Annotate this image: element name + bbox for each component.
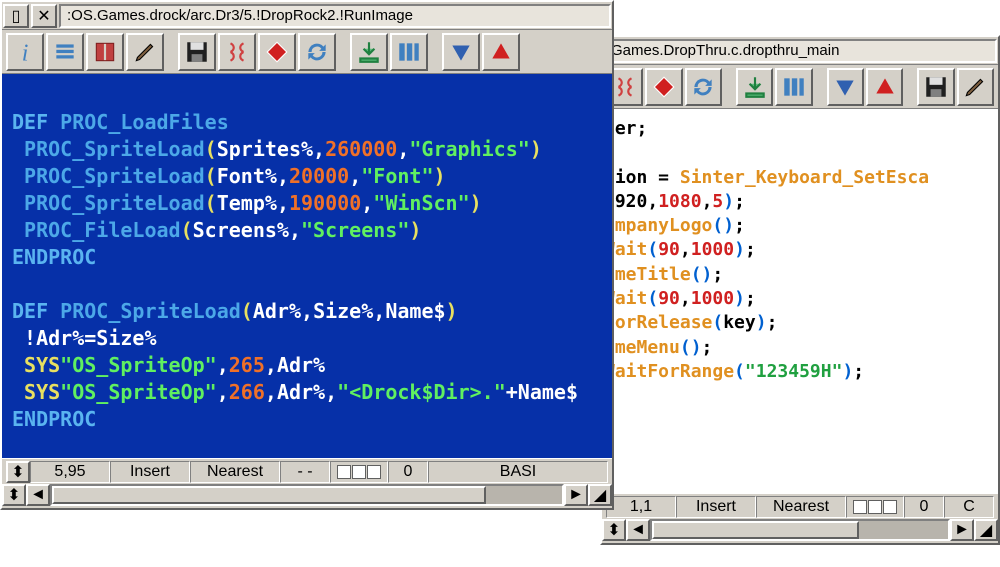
- cursor-position: 1,1: [606, 496, 676, 518]
- pencil-icon[interactable]: [957, 68, 994, 106]
- titlebar[interactable]: Games.DropThru.c.dropthru_main: [602, 37, 998, 65]
- scroll-right-icon[interactable]: ►: [950, 519, 974, 541]
- triangle-down-icon[interactable]: [442, 33, 480, 71]
- code-line: [12, 271, 602, 298]
- toolbar: i: [2, 30, 612, 74]
- code-line: PROC_SpriteLoad(Font%,20000,"Font"): [12, 163, 602, 190]
- code-line: !Adr%=Size%: [12, 325, 602, 352]
- scroll-left-icon[interactable]: ◄: [626, 519, 650, 541]
- status-count: 0: [388, 461, 428, 483]
- scroll-track[interactable]: [650, 519, 950, 541]
- code-editor[interactable]: ter; tion = Sinter_Keyboard_SetEsca1920,…: [602, 109, 998, 493]
- code-line: ENDPROC: [12, 406, 602, 433]
- titlebar[interactable]: ▯ ✕ :OS.Games.drock/arc.Dr3/5.!DropRock2…: [2, 2, 612, 30]
- triangle-up-icon[interactable]: [482, 33, 520, 71]
- status-bar: ⬍ 5,95 Insert Nearest - - 0 BASI: [2, 458, 612, 484]
- code-line: ameMenu();: [604, 336, 988, 360]
- scroll-left-icon[interactable]: ◄: [26, 484, 50, 506]
- code-line: ENDPROC: [12, 244, 602, 271]
- diamond-icon[interactable]: [258, 33, 296, 71]
- adjust-icon[interactable]: ⬍: [2, 484, 26, 506]
- resize-icon[interactable]: ◢: [974, 519, 998, 541]
- close-icon[interactable]: ✕: [31, 4, 57, 28]
- language-mode: C: [944, 496, 994, 518]
- code-line: [12, 82, 602, 109]
- book-icon[interactable]: [86, 33, 124, 71]
- adjust-icon[interactable]: ⬍: [602, 519, 626, 541]
- horizontal-scrollbar[interactable]: ⬍ ◄ ► ◢: [2, 484, 612, 508]
- svg-text:i: i: [22, 40, 29, 64]
- code-line: Wait(90,1000);: [604, 287, 988, 311]
- status-count: 0: [904, 496, 944, 518]
- window-title: Games.DropThru.c.dropthru_main: [603, 39, 997, 63]
- cursor-position: 5,95: [30, 461, 110, 483]
- editor-window-basic: ▯ ✕ :OS.Games.drock/arc.Dr3/5.!DropRock2…: [0, 0, 614, 510]
- code-line: ter;: [604, 117, 988, 141]
- code-line: ompanyLogo();: [604, 214, 988, 238]
- cycle-icon[interactable]: [298, 33, 336, 71]
- code-line: ForRelease(key);: [604, 311, 988, 335]
- window-title: :OS.Games.drock/arc.Dr3/5.!DropRock2.!Ru…: [59, 4, 611, 28]
- editor-window-c: Games.DropThru.c.dropthru_main ter; tion…: [600, 35, 1000, 545]
- cycle-icon[interactable]: [685, 68, 722, 106]
- insert-mode: Insert: [676, 496, 756, 518]
- save-icon[interactable]: [917, 68, 954, 106]
- status-dash: - -: [280, 461, 330, 483]
- download-icon[interactable]: [350, 33, 388, 71]
- code-line: [604, 141, 988, 165]
- code-line: DEF PROC_SpriteLoad(Adr%,Size%,Name$): [12, 298, 602, 325]
- scroll-track[interactable]: [50, 484, 564, 506]
- snap-mode: Nearest: [756, 496, 846, 518]
- resize-icon[interactable]: ◢: [588, 484, 612, 506]
- triangle-down-icon[interactable]: [827, 68, 864, 106]
- status-flags: [846, 496, 904, 518]
- code-line: ameTitle();: [604, 263, 988, 287]
- swirl-icon[interactable]: [218, 33, 256, 71]
- toolbar: [602, 65, 998, 109]
- code-line: PROC_SpriteLoad(Temp%,190000,"WinScn"): [12, 190, 602, 217]
- code-line: PROC_FileLoad(Screens%,"Screens"): [12, 217, 602, 244]
- code-line: SYS"OS_SpriteOp",265,Adr%: [12, 352, 602, 379]
- code-line: PROC_SpriteLoad(Sprites%,260000,"Graphic…: [12, 136, 602, 163]
- insert-mode: Insert: [110, 461, 190, 483]
- status-bar: 1,1 Insert Nearest 0 C: [602, 493, 998, 519]
- columns-icon[interactable]: [775, 68, 812, 106]
- back-icon[interactable]: ▯: [3, 4, 29, 28]
- save-icon[interactable]: [178, 33, 216, 71]
- code-line: Wait(90,1000);: [604, 238, 988, 262]
- download-icon[interactable]: [736, 68, 773, 106]
- pencil-icon[interactable]: [126, 33, 164, 71]
- scroll-right-icon[interactable]: ►: [564, 484, 588, 506]
- list-icon[interactable]: [46, 33, 84, 71]
- adjust-icon[interactable]: ⬍: [6, 461, 30, 483]
- triangle-up-icon[interactable]: [866, 68, 903, 106]
- code-line: SYS"OS_SpriteOp",266,Adr%,"<Drock$Dir>."…: [12, 379, 602, 406]
- code-line: tion = Sinter_Keyboard_SetEsca: [604, 166, 988, 190]
- columns-icon[interactable]: [390, 33, 428, 71]
- diamond-icon[interactable]: [645, 68, 682, 106]
- horizontal-scrollbar[interactable]: ⬍ ◄ ► ◢: [602, 519, 998, 543]
- code-line: WaitForRange("123459H");: [604, 360, 988, 384]
- status-flags: [330, 461, 388, 483]
- code-line: DEF PROC_LoadFiles: [12, 109, 602, 136]
- language-mode: BASI: [428, 461, 608, 483]
- code-editor[interactable]: DEF PROC_LoadFiles PROC_SpriteLoad(Sprit…: [2, 74, 612, 458]
- snap-mode: Nearest: [190, 461, 280, 483]
- info-icon[interactable]: i: [6, 33, 44, 71]
- code-line: 1920,1080,5);: [604, 190, 988, 214]
